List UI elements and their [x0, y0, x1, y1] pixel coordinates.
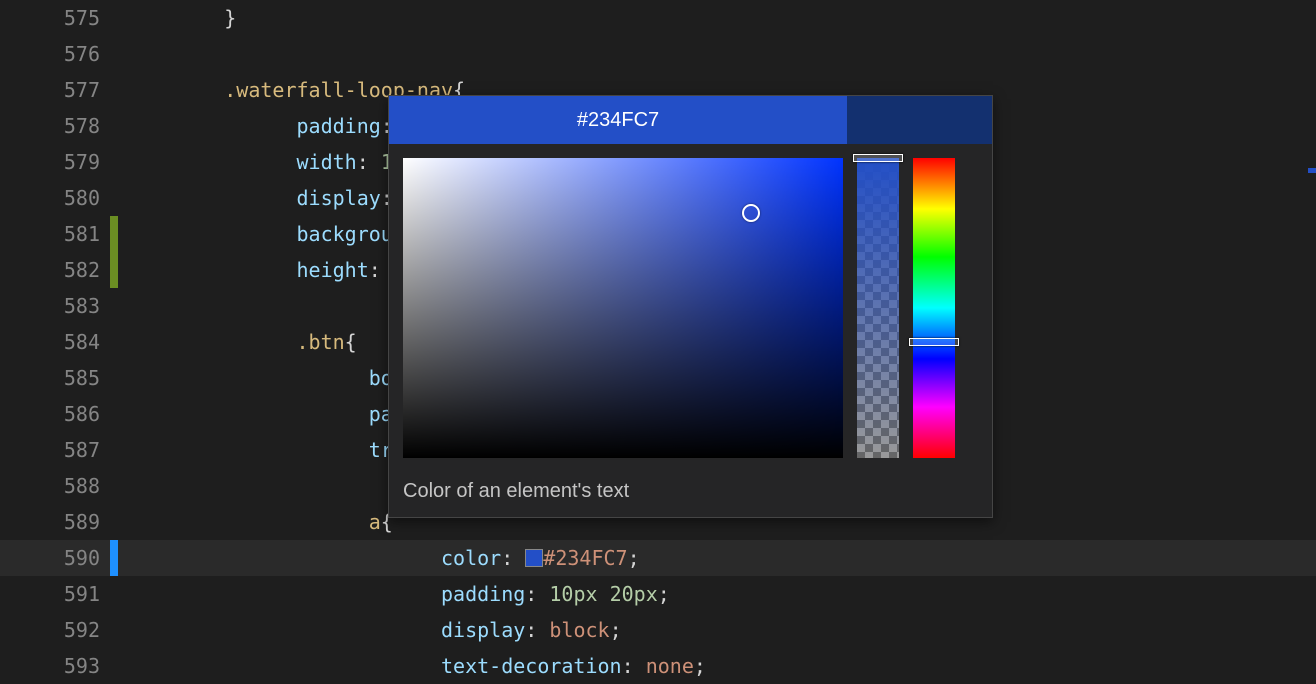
line-number: 584 [0, 330, 110, 354]
line-number: 586 [0, 402, 110, 426]
token: ; [658, 582, 670, 606]
token: height [297, 258, 369, 282]
token: 10px [549, 582, 597, 606]
token: padding [297, 114, 381, 138]
gutter-marker [110, 432, 118, 468]
line-number: 582 [0, 258, 110, 282]
gutter-marker [110, 180, 118, 216]
gutter-marker [110, 540, 118, 576]
hue-handle-icon[interactable] [909, 338, 959, 346]
gutter-marker [110, 36, 118, 72]
token: none [646, 654, 694, 678]
line-number: 590 [0, 546, 110, 570]
token: #234FC7 [543, 546, 627, 570]
color-picker-body [389, 144, 992, 472]
line-number: 593 [0, 654, 110, 678]
line-number: 591 [0, 582, 110, 606]
token: a [369, 510, 381, 534]
token: padding [441, 582, 525, 606]
alpha-slider[interactable] [857, 158, 899, 458]
line-number: 576 [0, 42, 110, 66]
code-line[interactable]: 593 text-decoration: none; [0, 648, 1316, 684]
gutter-marker [110, 288, 118, 324]
line-number: 580 [0, 186, 110, 210]
gutter-marker [110, 576, 118, 612]
code-line[interactable]: 575 } [0, 0, 1316, 36]
color-picker-hex-value[interactable]: #234FC7 [389, 96, 847, 144]
gutter-marker [110, 144, 118, 180]
token: : [357, 150, 381, 174]
code-content[interactable]: display: block; [152, 618, 1316, 642]
token: 20px [610, 582, 658, 606]
gutter-marker [110, 396, 118, 432]
line-number: 585 [0, 366, 110, 390]
code-line[interactable]: 576 [0, 36, 1316, 72]
token: ; [694, 654, 706, 678]
token: .btn [297, 330, 345, 354]
token: color [441, 546, 501, 570]
saturation-handle-icon[interactable] [742, 204, 760, 222]
code-content[interactable]: } [152, 6, 1316, 30]
code-editor[interactable]: 575 }576577 .waterfall-loop-nav{578 padd… [0, 0, 1316, 684]
code-content[interactable]: padding: 10px 20px; [152, 582, 1316, 606]
token: : [525, 582, 549, 606]
line-number: 581 [0, 222, 110, 246]
color-picker-popup: #234FC7 Color of an element's text [388, 95, 993, 518]
token: block [549, 618, 609, 642]
token: ; [628, 546, 640, 570]
gutter-marker [110, 612, 118, 648]
gutter-marker [110, 504, 118, 540]
gutter-marker [110, 0, 118, 36]
hue-slider[interactable] [913, 158, 955, 458]
gutter-marker [110, 216, 118, 252]
gutter-marker [110, 72, 118, 108]
line-number: 577 [0, 78, 110, 102]
line-number: 579 [0, 150, 110, 174]
token: display [441, 618, 525, 642]
line-number: 575 [0, 6, 110, 30]
line-number: 578 [0, 114, 110, 138]
line-number: 587 [0, 438, 110, 462]
line-number: 592 [0, 618, 110, 642]
line-number: 588 [0, 474, 110, 498]
scrollbar-marker[interactable] [1308, 168, 1316, 173]
gutter-marker [110, 108, 118, 144]
gutter-marker [110, 324, 118, 360]
code-content[interactable]: text-decoration: none; [152, 654, 1316, 678]
code-line[interactable]: 592 display: block; [0, 612, 1316, 648]
code-line[interactable]: 590 color: #234FC7; [0, 540, 1316, 576]
token: width [297, 150, 357, 174]
token: backgrou [297, 222, 393, 246]
token: display [297, 186, 381, 210]
gutter-marker [110, 648, 118, 684]
gutter-marker [110, 252, 118, 288]
token: text-decoration [441, 654, 622, 678]
alpha-handle-icon[interactable] [853, 154, 903, 162]
saturation-panel[interactable] [403, 158, 843, 458]
token: : [525, 618, 549, 642]
line-number: 583 [0, 294, 110, 318]
color-picker-header: #234FC7 [389, 96, 992, 144]
color-swatch-icon[interactable] [525, 549, 543, 567]
gutter-marker [110, 360, 118, 396]
color-picker-description: Color of an element's text [389, 472, 992, 517]
token: { [345, 330, 357, 354]
color-picker-header-accent [847, 96, 992, 144]
token: : [622, 654, 646, 678]
token: } [224, 6, 236, 30]
token [598, 582, 610, 606]
line-number: 589 [0, 510, 110, 534]
token: ; [610, 618, 622, 642]
gutter-marker [110, 468, 118, 504]
token: : [501, 546, 525, 570]
code-line[interactable]: 591 padding: 10px 20px; [0, 576, 1316, 612]
code-content[interactable]: color: #234FC7; [152, 546, 1316, 570]
